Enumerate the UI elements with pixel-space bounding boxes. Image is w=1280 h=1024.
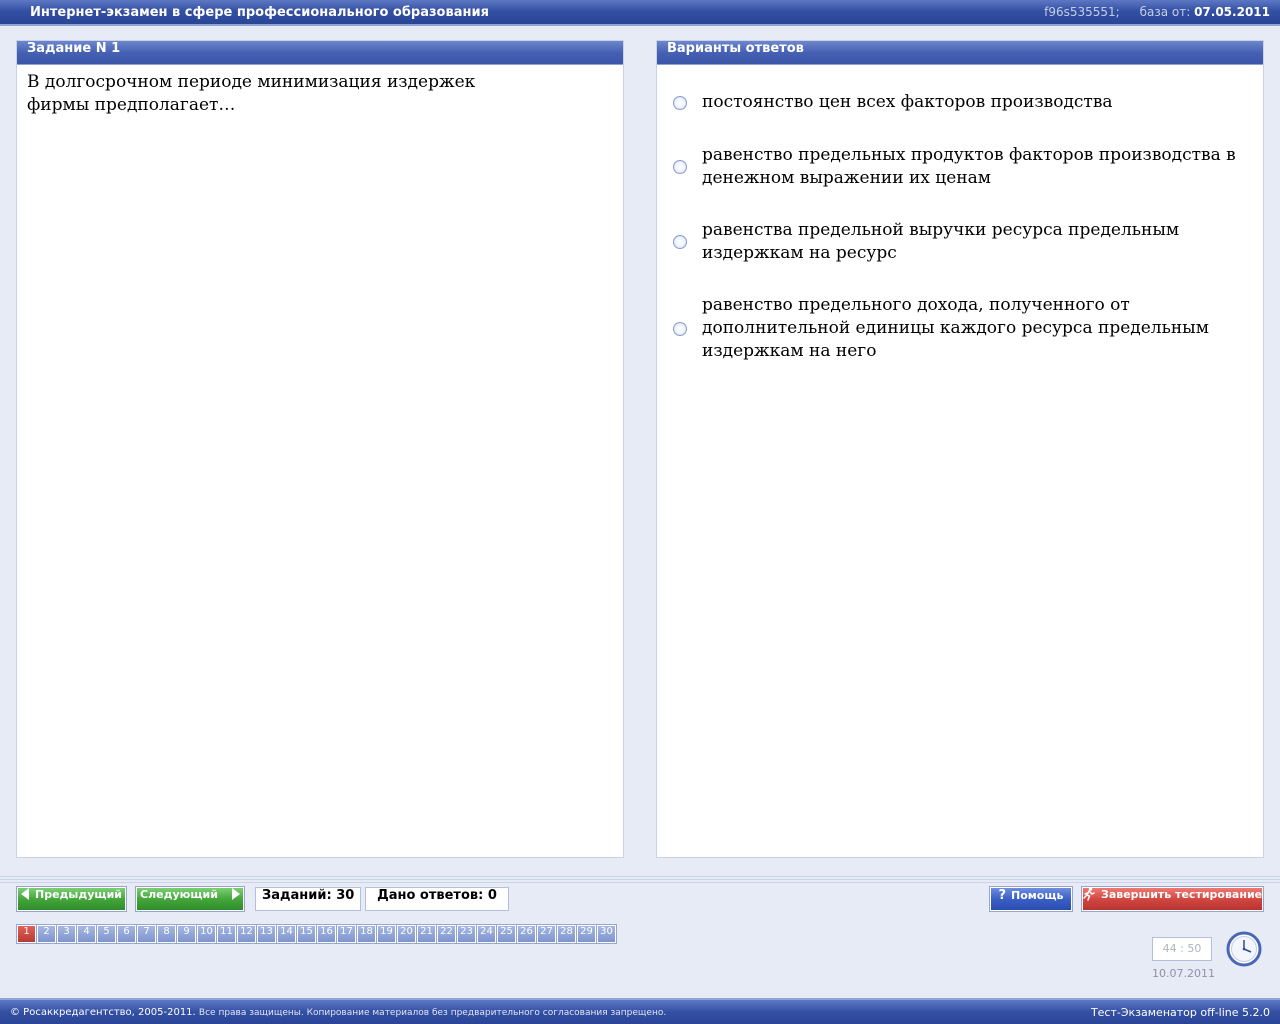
task-panel: Задание N 1 В долгосрочном периоде миним… [16, 40, 624, 858]
radio-button[interactable] [673, 235, 687, 249]
task-number[interactable]: 30 [596, 924, 617, 944]
answer-text: равенство предельного дохода, полученног… [702, 295, 1209, 361]
task-number[interactable]: 10 [196, 924, 217, 944]
next-label: Следующий [140, 888, 218, 901]
task-number[interactable]: 15 [296, 924, 317, 944]
radio-button[interactable] [673, 321, 687, 336]
task-number[interactable]: 29 [576, 924, 597, 944]
task-number[interactable]: 24 [476, 924, 497, 944]
task-number[interactable]: 22 [436, 924, 457, 944]
answer-text: равенство предельных продуктов факторов … [702, 145, 1236, 188]
help-button[interactable]: ? Помощь [990, 887, 1072, 911]
finish-test-button[interactable]: Завершить тестирование [1082, 887, 1263, 911]
question-text: В долгосрочном периоде минимизация издер… [27, 72, 476, 115]
task-number[interactable]: 19 [376, 924, 397, 944]
answer-text: равенства предельной выручки ресурса пре… [702, 220, 1180, 263]
task-number[interactable]: 18 [356, 924, 377, 944]
task-number[interactable]: 16 [316, 924, 337, 944]
answer-option-3[interactable]: равенства предельной выручки ресурса пре… [673, 219, 1243, 265]
task-number[interactable]: 8 [156, 924, 177, 944]
answers-panel: Варианты ответов постоянство цен всех фа… [656, 40, 1264, 858]
task-number[interactable]: 20 [396, 924, 417, 944]
task-number[interactable]: 27 [536, 924, 557, 944]
base-label: база от: [1139, 5, 1191, 19]
app-title: Интернет-экзамен в сфере профессионально… [30, 5, 489, 20]
title-bar: Интернет-экзамен в сфере профессионально… [0, 0, 1280, 26]
previous-label: Предыдущий [34, 888, 122, 901]
task-number[interactable]: 3 [56, 924, 77, 944]
timer-date: 10.07.2011 [1152, 967, 1215, 980]
running-man-icon [1083, 887, 1095, 901]
task-number[interactable]: 17 [336, 924, 357, 944]
base-date: 07.05.2011 [1194, 5, 1270, 19]
task-number[interactable]: 25 [496, 924, 517, 944]
previous-button[interactable]: Предыдущий [17, 887, 126, 911]
task-number[interactable]: 2 [36, 924, 57, 944]
copyright: © Росаккредагентство, 2005-2011. Все пра… [10, 1007, 666, 1018]
radio-button[interactable] [673, 95, 687, 110]
task-number[interactable]: 14 [276, 924, 297, 944]
task-number[interactable]: 9 [176, 924, 197, 944]
arrow-right-icon [231, 888, 240, 900]
task-number[interactable]: 5 [96, 924, 117, 944]
arrow-left-icon [20, 888, 29, 900]
answer-option-2[interactable]: равенство предельных продуктов факторов … [673, 144, 1243, 190]
clock-icon [1226, 931, 1262, 967]
task-number[interactable]: 21 [416, 924, 437, 944]
task-number[interactable]: 6 [116, 924, 137, 944]
session-code: f96s535551; [1044, 5, 1120, 19]
copyright-notice: Все права защищены. Копирование материал… [198, 1008, 667, 1018]
answers-title: Варианты ответов [657, 41, 1263, 65]
task-navigator: 1 2 3 4 5 6 7 8 9 10 11 12 13 14 15 16 1… [16, 924, 617, 944]
answer-text: постоянство цен всех факторов производст… [702, 92, 1113, 112]
task-number[interactable]: 28 [556, 924, 577, 944]
help-label: Помощь [1011, 889, 1064, 902]
app-version: Тест-Экзаменатор off-line 5.2.0 [1090, 1006, 1270, 1019]
next-button[interactable]: Следующий [136, 887, 244, 911]
answers-given-count: Дано ответов: 0 [365, 887, 509, 911]
task-number[interactable]: 4 [76, 924, 97, 944]
timer-display: 44 : 50 [1152, 937, 1212, 961]
header-info: f96s535551; база от: 07.05.2011 [1044, 5, 1270, 19]
footer-bar: © Росаккредагентство, 2005-2011. Все пра… [0, 998, 1280, 1024]
answer-option-4[interactable]: равенство предельного дохода, полученног… [673, 294, 1243, 363]
task-title: Задание N 1 [17, 41, 623, 65]
radio-button[interactable] [673, 160, 687, 174]
copyright-text: © Росаккредагентство, 2005-2011. [10, 1007, 196, 1018]
answer-option-1[interactable]: постоянство цен всех факторов производст… [673, 91, 1243, 114]
task-number[interactable]: 1 [16, 924, 37, 944]
task-number[interactable]: 11 [216, 924, 237, 944]
task-number[interactable]: 13 [256, 924, 277, 944]
tasks-count: Заданий: 30 [255, 887, 362, 911]
task-number[interactable]: 7 [136, 924, 157, 944]
question-icon: ? [998, 888, 1007, 903]
separator [0, 876, 1280, 884]
task-number[interactable]: 26 [516, 924, 537, 944]
task-number[interactable]: 23 [456, 924, 477, 944]
task-number[interactable]: 12 [236, 924, 257, 944]
finish-label: Завершить тестирование [1101, 888, 1263, 901]
